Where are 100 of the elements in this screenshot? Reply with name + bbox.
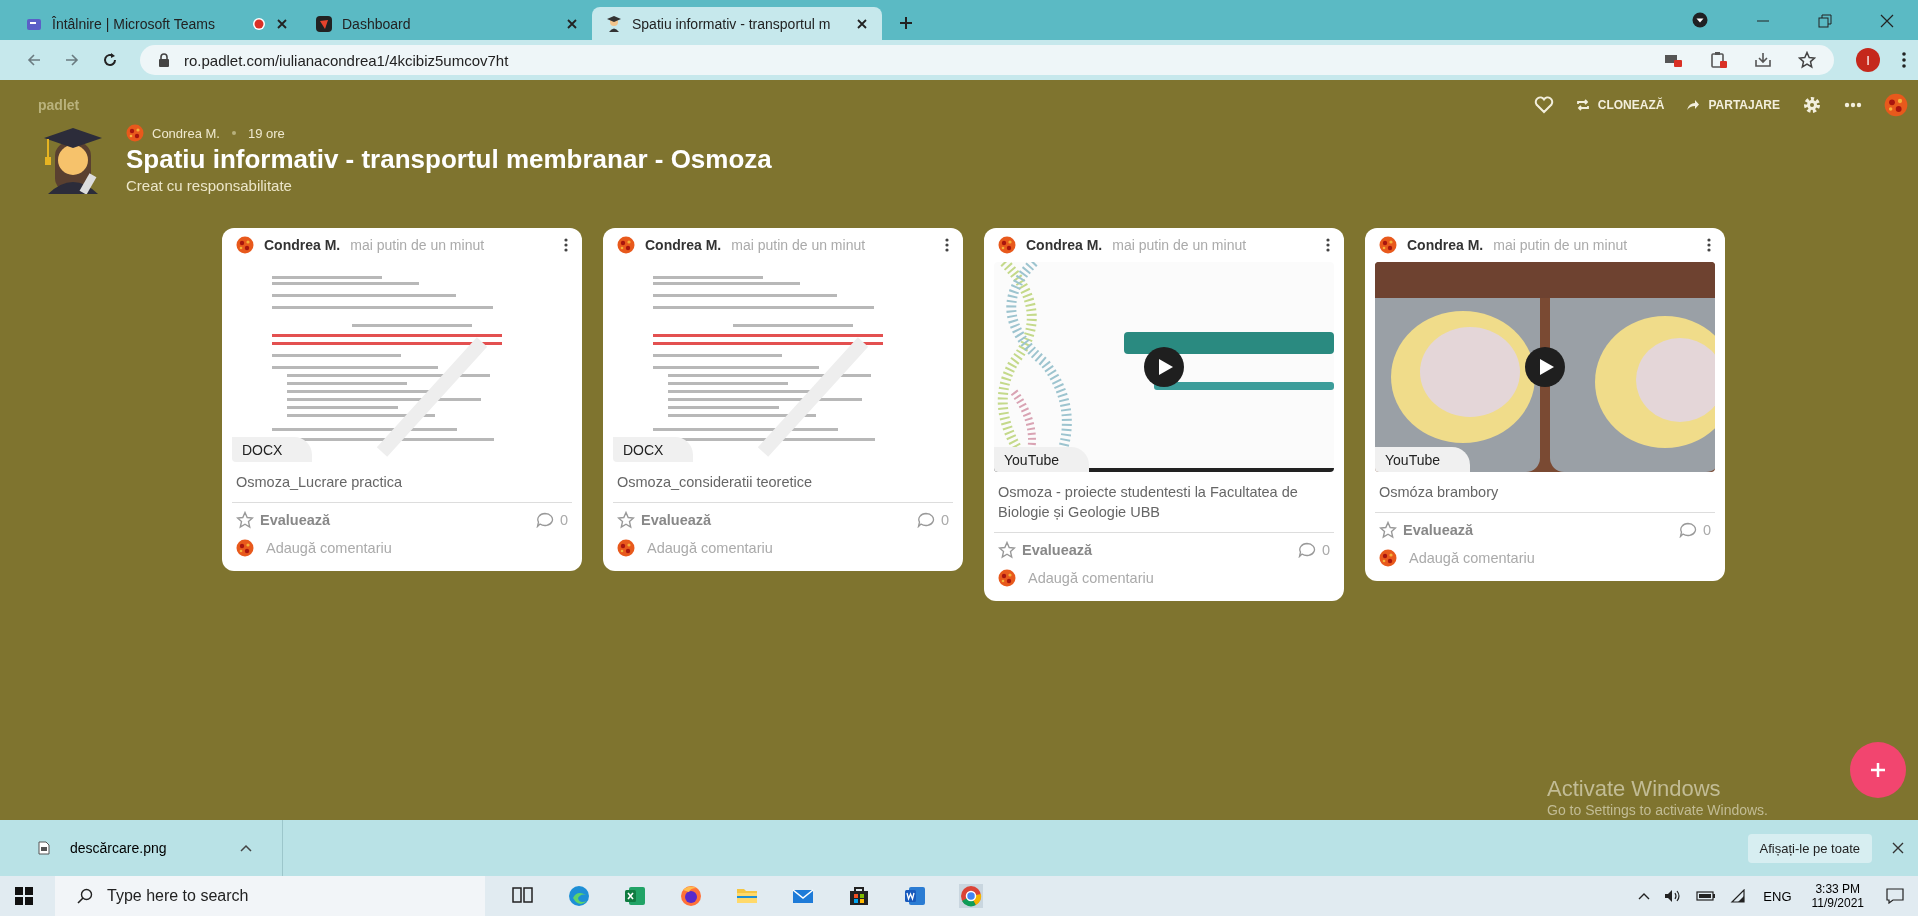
tab-favicon-icon [316,15,332,32]
show-all-button[interactable]: Afișați-le pe toate [1747,833,1872,863]
post-caption: Osmoza_consideratii teoretice [613,462,953,503]
avatar-icon [1379,549,1397,567]
padlet-logo[interactable]: padlet [38,97,80,113]
comment-icon [1678,522,1697,538]
store-icon[interactable] [847,884,871,908]
firefox-icon[interactable] [679,884,703,908]
caret-icon [240,844,252,852]
author-name: Condrea M. [152,125,220,141]
forward-icon[interactable] [64,52,80,68]
comments-button[interactable]: 0 [916,512,949,528]
avatar-icon [236,236,254,254]
comment-field[interactable]: Adaugă comentariu [1028,570,1154,586]
comment-field[interactable]: Adaugă comentariu [1409,550,1535,566]
more-icon[interactable] [1707,238,1711,252]
post-caption: Osmóza brambory [1375,472,1715,513]
star-icon[interactable] [1798,51,1816,69]
share-button[interactable]: PARTAJARE [1686,98,1780,112]
tab-search-icon[interactable] [1692,12,1708,28]
clock[interactable]: 3:33 PM 11/9/2021 [1811,882,1864,910]
battery-icon[interactable] [1696,890,1717,902]
rate-button[interactable]: Evaluează [617,511,712,529]
comment-icon [1297,542,1316,558]
post-time: mai putin de un minut [1112,237,1247,253]
comments-button[interactable]: 0 [1678,522,1711,538]
browser-tab[interactable]: Întâlnire | Microsoft Teams [12,7,302,40]
speaker-icon[interactable] [1664,889,1683,903]
more-icon[interactable] [1902,52,1906,68]
language-indicator[interactable]: ENG [1763,888,1792,904]
star-icon [998,541,1016,559]
post-time: mai putin de un minut [731,237,866,253]
star-icon [617,511,635,529]
attachment-type: DOCX [613,437,694,462]
chrome-icon[interactable] [959,884,983,908]
avatar-icon [617,236,635,254]
new-tab-icon[interactable] [898,15,914,31]
edge-icon[interactable] [567,884,591,908]
restore-icon[interactable] [1818,14,1832,28]
browser-tab[interactable]: Dashboard [302,7,592,40]
activation-hint: Go to Settings to activate Windows. [1547,802,1768,818]
close-icon[interactable] [1880,14,1894,28]
install-icon[interactable] [1754,51,1772,69]
lock-icon [158,53,170,67]
avatar-icon [1379,236,1397,254]
clipboard-blocked-icon[interactable] [1710,51,1728,69]
comment-icon [535,512,554,528]
profile-avatar[interactable]: I [1856,48,1880,72]
avatar-icon [998,236,1016,254]
avatar-icon[interactable] [1884,93,1908,117]
play-icon[interactable] [1525,347,1565,387]
more-icon[interactable] [564,238,568,252]
windows-icon[interactable] [15,887,33,905]
close-icon[interactable] [276,17,288,30]
comment-icon [916,512,935,528]
settings-icon[interactable] [1802,95,1822,115]
post-caption: Osmoza_Lucrare practica [232,462,572,503]
rate-button[interactable]: Evaluează [998,541,1093,559]
attachment-type: DOCX [232,437,313,462]
attachment-type: YouTube [994,447,1089,472]
avatar-icon [617,539,635,557]
author-name: Condrea M. [1026,237,1103,253]
author-name: Condrea M. [1407,237,1484,253]
post-age: 19 ore [247,125,285,141]
rate-button[interactable]: Evaluează [236,511,331,529]
close-icon[interactable] [566,17,578,30]
more-icon[interactable] [945,238,949,252]
file-icon [38,841,50,855]
avatar-icon [126,124,144,142]
comment-field[interactable]: Adaugă comentariu [647,540,773,556]
notifications-icon[interactable] [1886,888,1904,904]
rate-button[interactable]: Evaluează [1379,521,1474,539]
back-icon[interactable] [26,52,42,68]
star-icon [1379,521,1397,539]
star-icon [236,511,254,529]
comments-button[interactable]: 0 [1297,542,1330,558]
play-icon[interactable] [1144,347,1184,387]
avatar-icon [998,569,1016,587]
camera-blocked-icon[interactable] [1664,52,1684,68]
close-icon[interactable] [1892,842,1904,854]
heart-icon[interactable] [1533,96,1554,114]
more-icon[interactable] [1326,238,1330,252]
browser-tab[interactable]: Spatiu informativ - transportul m [592,7,882,40]
comment-field[interactable]: Adaugă comentariu [266,540,392,556]
post-caption: Osmoza - proiecte studentesti la Facultatea de Biologie și Geologie UBB [994,472,1334,533]
word-icon[interactable] [903,884,927,908]
post-time: mai putin de un minut [1493,237,1628,253]
address-field[interactable]: ro.padlet.com/iulianacondrea1/4kcibiz5umcov7ht [140,45,1834,75]
search-icon [77,888,93,904]
comments-button[interactable]: 0 [535,512,568,528]
search-field[interactable]: Type here to search [55,876,485,916]
clone-button[interactable]: CLONEAZĂ [1575,98,1665,112]
avatar-icon [236,539,254,557]
excel-icon[interactable] [623,884,647,908]
repeat-icon [1575,98,1590,112]
author-name: Condrea M. [645,237,722,253]
close-icon[interactable] [856,17,868,30]
reload-icon[interactable] [102,52,118,68]
tab-favicon-icon [606,15,622,32]
chevron-up-icon[interactable] [1638,892,1651,900]
